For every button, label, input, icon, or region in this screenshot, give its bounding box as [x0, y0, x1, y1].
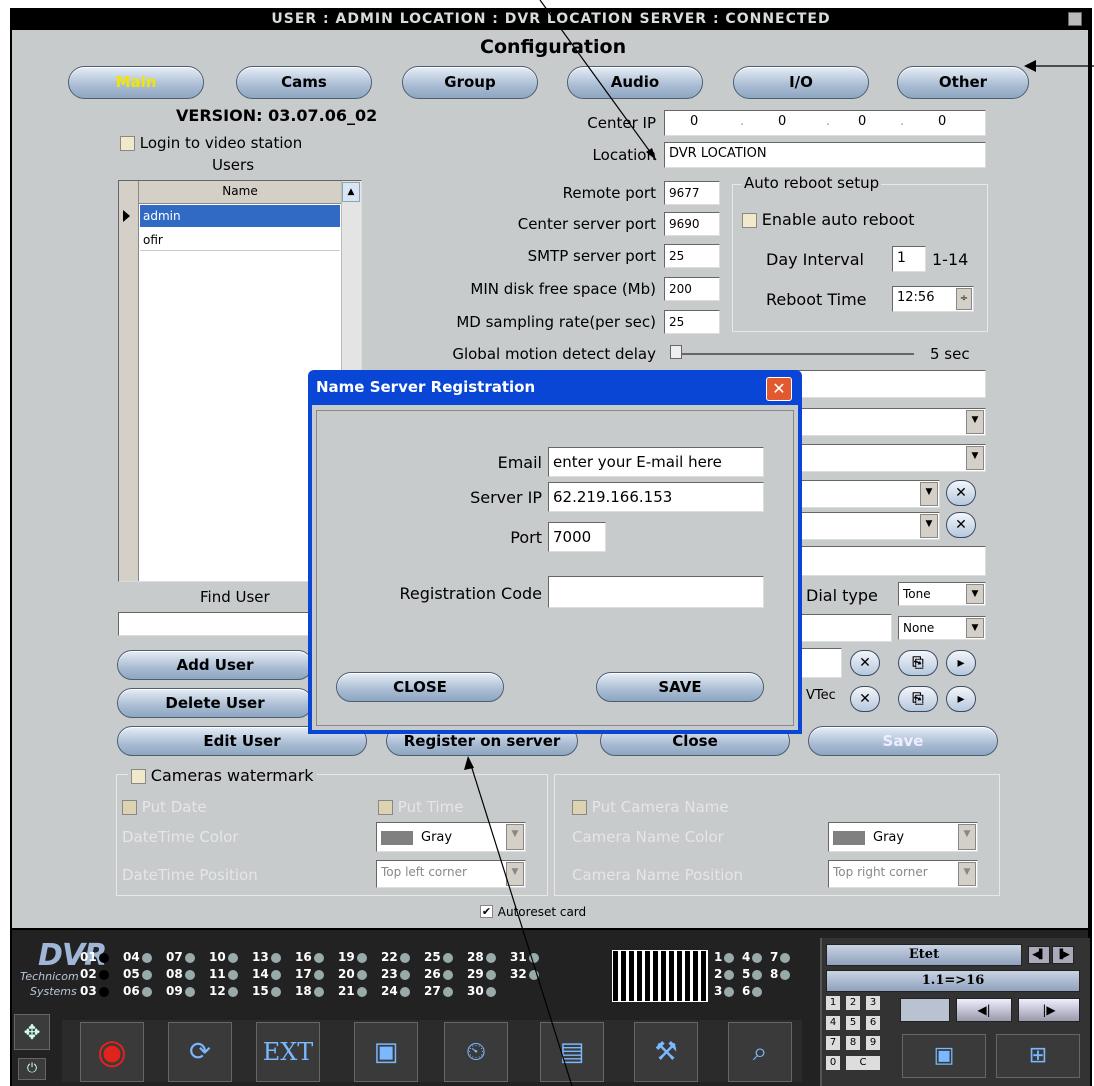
arrow-location	[539, 0, 657, 161]
arrowhead-location	[646, 148, 656, 160]
arrowhead-register	[464, 756, 474, 770]
arrowhead-other-tab	[1024, 60, 1036, 72]
arrow-register	[469, 761, 573, 1086]
annotation-arrows	[464, 0, 1094, 1086]
